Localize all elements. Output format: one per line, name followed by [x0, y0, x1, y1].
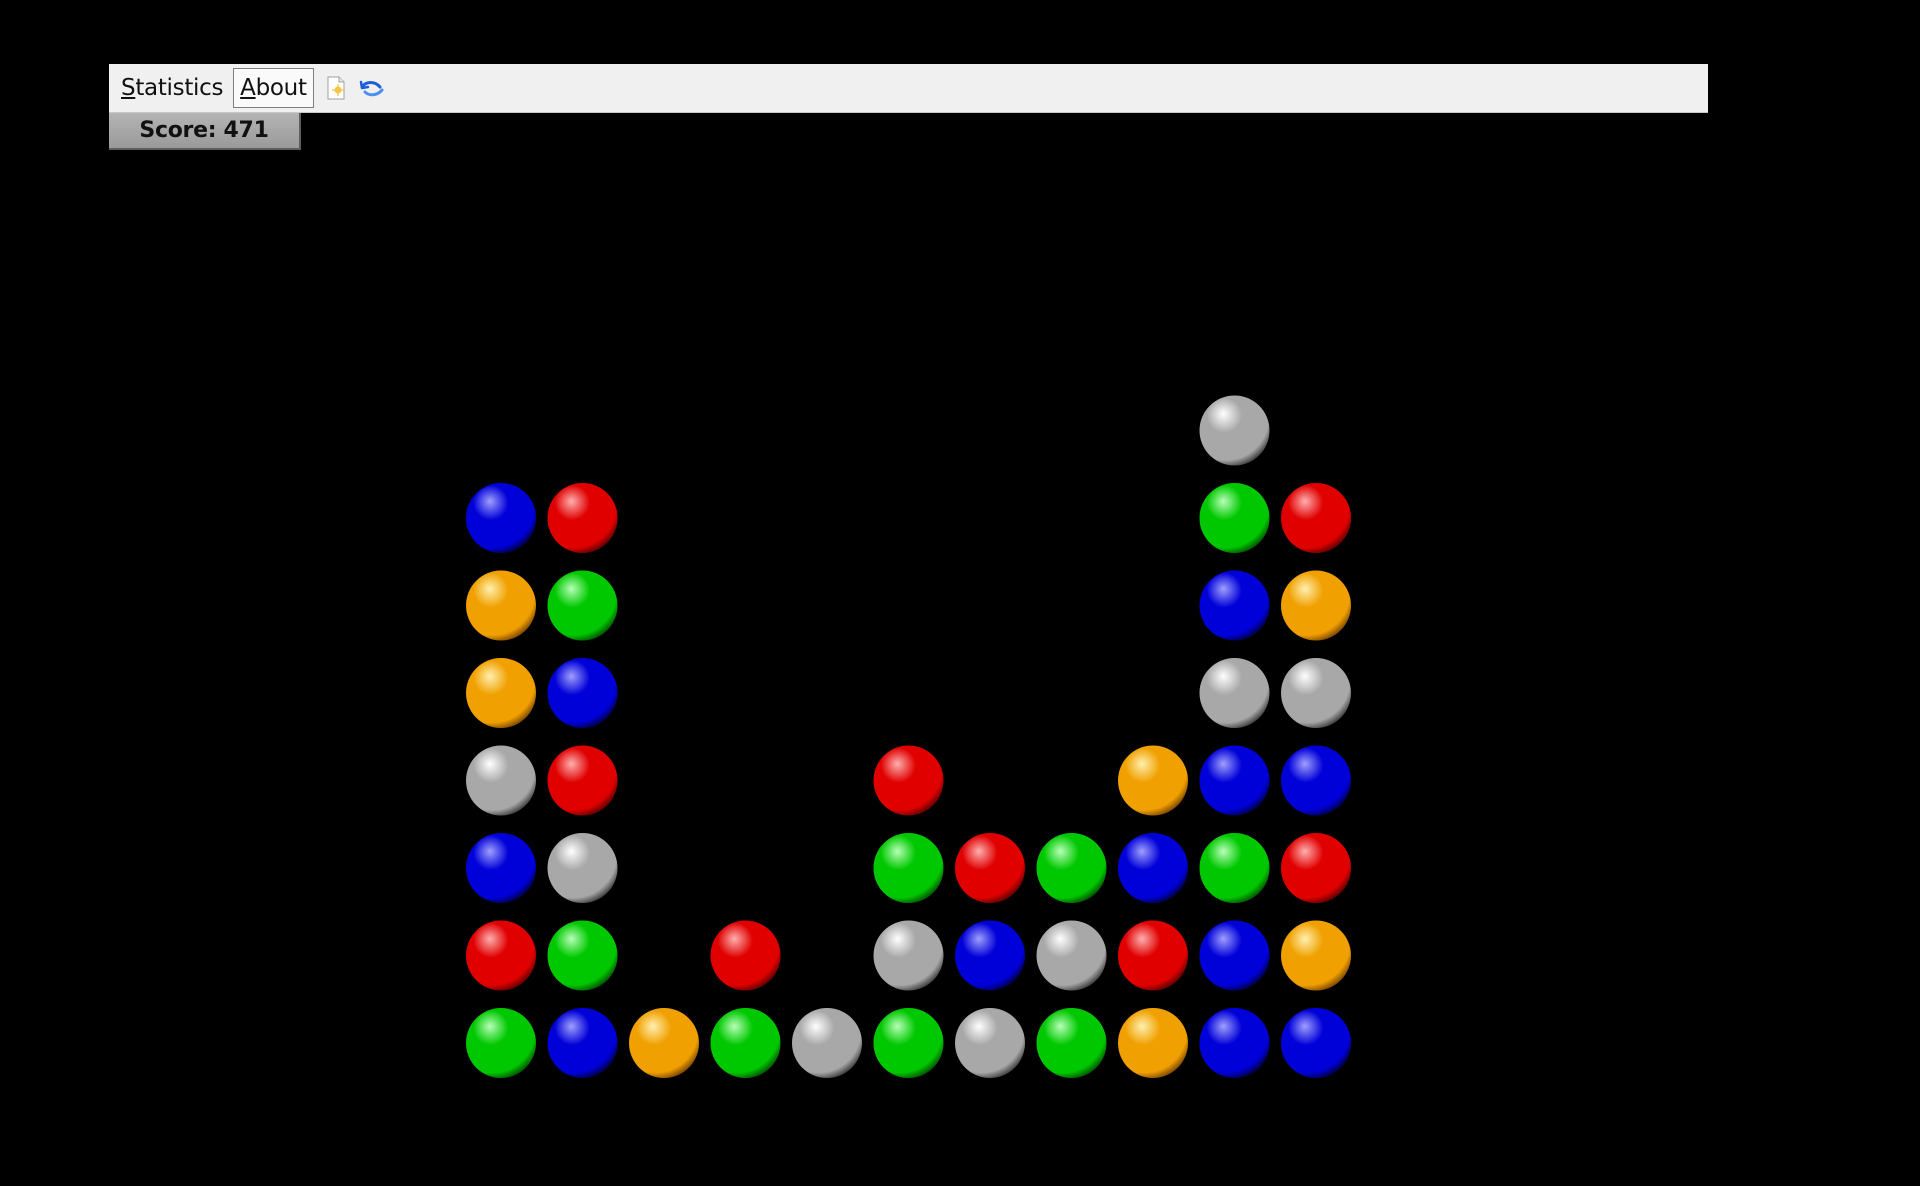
ball-blue[interactable] [547, 658, 618, 728]
ball-orange[interactable] [466, 570, 536, 641]
ball-red[interactable] [1281, 833, 1351, 903]
ball-blue[interactable] [1199, 1008, 1270, 1078]
ball-green[interactable] [466, 1008, 536, 1078]
ball-orange[interactable] [629, 1008, 699, 1078]
ball-red[interactable] [710, 920, 781, 991]
ball-green[interactable] [547, 920, 618, 991]
game-board[interactable] [0, 0, 1920, 1186]
ball-blue[interactable] [1281, 1008, 1351, 1078]
ball-red[interactable] [1118, 920, 1188, 991]
ball-red[interactable] [873, 745, 944, 816]
ball-blue[interactable] [466, 833, 536, 903]
ball-gray[interactable] [792, 1008, 862, 1078]
ball-orange[interactable] [1281, 570, 1351, 641]
ball-blue[interactable] [547, 1008, 618, 1078]
ball-orange[interactable] [1281, 920, 1351, 991]
ball-blue[interactable] [466, 483, 536, 553]
ball-green[interactable] [710, 1008, 781, 1078]
ball-red[interactable] [547, 483, 618, 553]
ball-gray[interactable] [873, 920, 944, 991]
ball-orange[interactable] [466, 658, 536, 728]
ball-red[interactable] [547, 745, 618, 816]
ball-green[interactable] [1199, 833, 1270, 903]
ball-gray[interactable] [547, 833, 618, 903]
ball-green[interactable] [1199, 483, 1270, 553]
ball-blue[interactable] [1199, 745, 1270, 816]
game-window: Statistics About Score: 471 [0, 0, 1920, 1186]
ball-blue[interactable] [1199, 920, 1270, 991]
ball-green[interactable] [873, 1008, 944, 1078]
ball-red[interactable] [1281, 483, 1351, 553]
ball-orange[interactable] [1118, 1008, 1188, 1078]
ball-gray[interactable] [1036, 920, 1107, 991]
ball-gray[interactable] [1281, 658, 1351, 728]
ball-orange[interactable] [1118, 745, 1188, 816]
ball-blue[interactable] [1199, 570, 1270, 641]
ball-green[interactable] [1036, 1008, 1107, 1078]
ball-blue[interactable] [1118, 833, 1188, 903]
ball-gray[interactable] [1199, 395, 1270, 466]
ball-blue[interactable] [1281, 745, 1351, 816]
balls-layer [466, 395, 1351, 1078]
ball-blue[interactable] [955, 920, 1025, 991]
ball-red[interactable] [955, 833, 1025, 903]
ball-green[interactable] [547, 570, 618, 641]
ball-green[interactable] [1036, 833, 1107, 903]
ball-red[interactable] [466, 920, 536, 991]
ball-gray[interactable] [1199, 658, 1270, 728]
ball-green[interactable] [873, 833, 944, 903]
ball-gray[interactable] [955, 1008, 1025, 1078]
ball-gray[interactable] [466, 745, 536, 816]
